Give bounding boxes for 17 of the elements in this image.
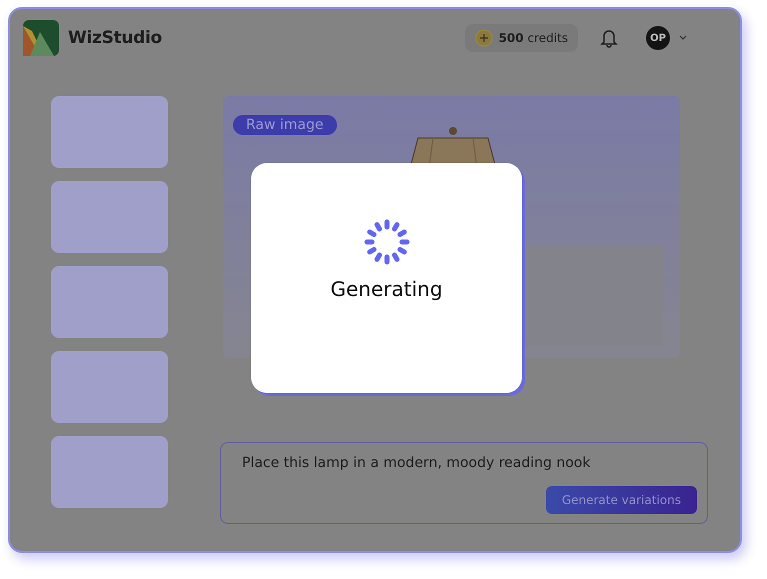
app-name: WizStudio — [68, 28, 162, 48]
credits-badge[interactable]: 500 credits — [464, 24, 578, 52]
bell-icon[interactable] — [600, 28, 618, 48]
thumbnail-placeholder[interactable] — [51, 96, 168, 168]
logo-icon — [22, 19, 60, 57]
generating-message: Generating — [330, 277, 443, 301]
image-label: Raw image — [233, 115, 337, 135]
thumbnail-placeholder[interactable] — [51, 351, 168, 423]
user-avatar[interactable]: OP — [646, 26, 670, 50]
prompt-input[interactable]: Place this lamp in a modern, moody reading nook — [221, 443, 707, 475]
thumbnail-placeholder[interactable] — [51, 266, 168, 338]
generate-variations-button[interactable]: Generate variations — [546, 486, 697, 514]
spinner-icon — [362, 217, 412, 267]
chevron-down-icon[interactable] — [678, 34, 688, 42]
coin-icon — [474, 29, 493, 47]
thumbnail-placeholder[interactable] — [51, 181, 168, 253]
thumbnail-placeholder[interactable] — [51, 436, 168, 508]
